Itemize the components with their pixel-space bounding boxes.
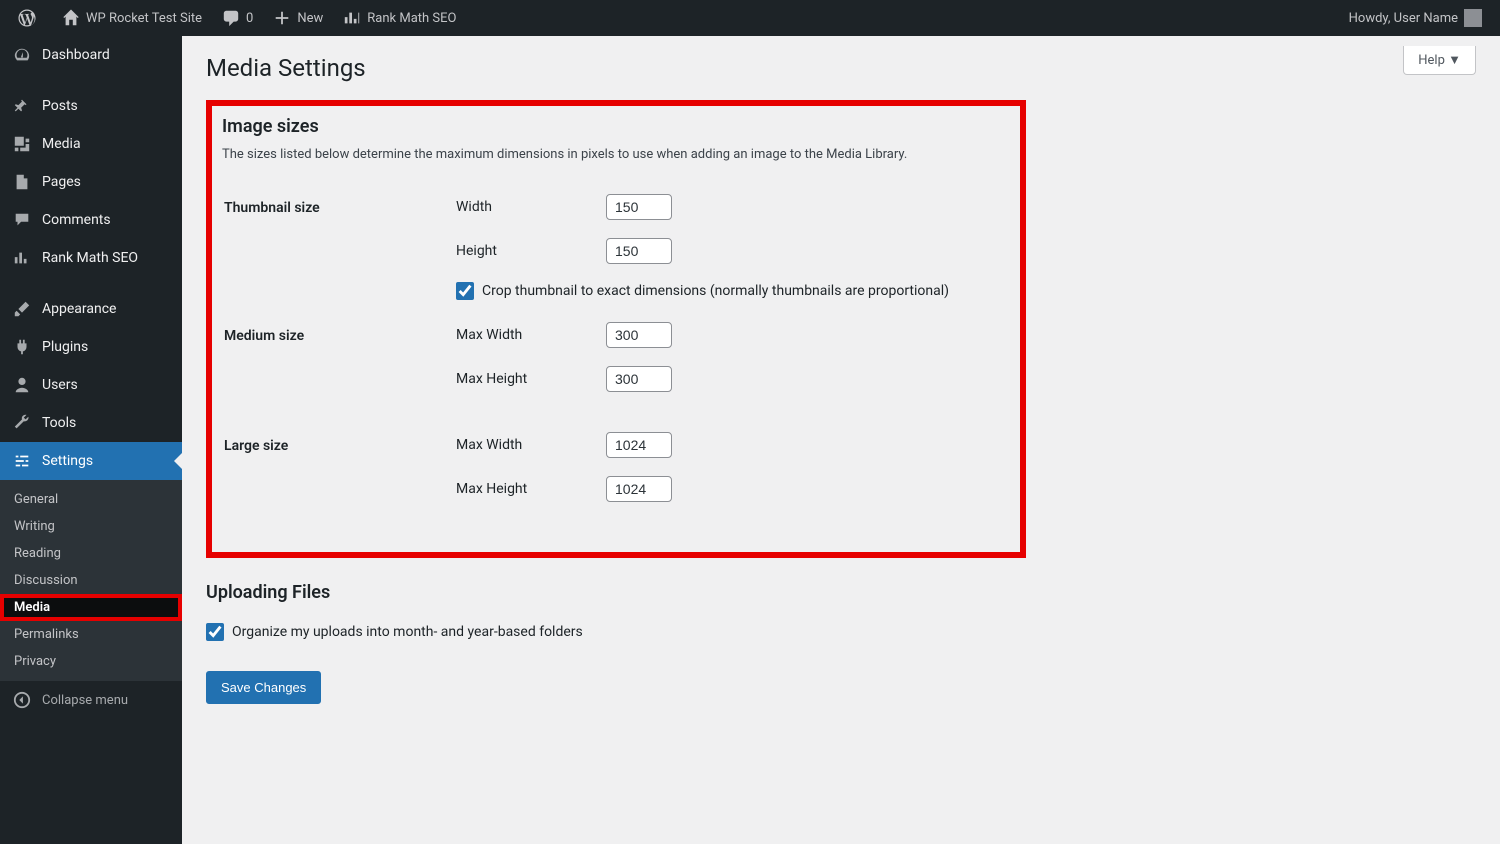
new-label: New bbox=[297, 11, 323, 26]
organize-checkbox[interactable] bbox=[206, 623, 224, 641]
width-label: Width bbox=[456, 199, 606, 215]
wp-logo[interactable] bbox=[8, 0, 52, 36]
image-sizes-desc: The sizes listed below determine the max… bbox=[222, 147, 1010, 162]
sub-reading[interactable]: Reading bbox=[0, 540, 182, 567]
menu-label: Media bbox=[42, 136, 81, 152]
comment-icon bbox=[12, 211, 32, 229]
menu-posts[interactable]: Posts bbox=[0, 87, 182, 125]
menu-label: Comments bbox=[42, 212, 111, 228]
sub-permalinks[interactable]: Permalinks bbox=[0, 621, 182, 648]
image-sizes-section: Image sizes The sizes listed below deter… bbox=[206, 100, 1026, 558]
collapse-label: Collapse menu bbox=[42, 693, 128, 708]
media-icon bbox=[12, 135, 32, 153]
user-icon bbox=[12, 376, 32, 394]
maxwidth-label: Max Width bbox=[456, 327, 606, 343]
brush-icon bbox=[12, 300, 32, 318]
crop-label: Crop thumbnail to exact dimensions (norm… bbox=[482, 283, 949, 299]
chart-icon bbox=[12, 249, 32, 267]
menu-label: Appearance bbox=[42, 301, 116, 317]
maxheight-label: Max Height bbox=[456, 371, 606, 387]
sub-general[interactable]: General bbox=[0, 486, 182, 513]
menu-label: Dashboard bbox=[42, 47, 110, 63]
user-account-link[interactable]: Howdy, User Name bbox=[1339, 0, 1492, 36]
collapse-menu-button[interactable]: Collapse menu bbox=[0, 681, 182, 719]
maxwidth-label: Max Width bbox=[456, 437, 606, 453]
main-content: Help ▼ Media Settings Image sizes The si… bbox=[182, 36, 1500, 744]
medium-height-input[interactable] bbox=[606, 366, 672, 392]
crop-checkbox[interactable] bbox=[456, 282, 474, 300]
menu-label: Pages bbox=[42, 174, 81, 190]
sub-discussion[interactable]: Discussion bbox=[0, 567, 182, 594]
menu-pages[interactable]: Pages bbox=[0, 163, 182, 201]
image-sizes-heading: Image sizes bbox=[222, 116, 1010, 137]
maxheight-label: Max Height bbox=[456, 481, 606, 497]
uploading-files-heading: Uploading Files bbox=[206, 582, 1476, 603]
admin-toolbar: WP Rocket Test Site 0 New Rank Math SEO … bbox=[0, 0, 1500, 36]
save-button[interactable]: Save Changes bbox=[206, 671, 321, 704]
menu-media[interactable]: Media bbox=[0, 125, 182, 163]
sub-media[interactable]: Media bbox=[0, 594, 182, 621]
medium-width-input[interactable] bbox=[606, 322, 672, 348]
height-label: Height bbox=[456, 243, 606, 259]
plug-icon bbox=[12, 338, 32, 356]
comments-count: 0 bbox=[246, 11, 253, 26]
menu-label: Tools bbox=[42, 415, 76, 431]
wordpress-icon bbox=[18, 9, 36, 27]
menu-settings[interactable]: Settings bbox=[0, 442, 182, 480]
menu-plugins[interactable]: Plugins bbox=[0, 328, 182, 366]
menu-label: Rank Math SEO bbox=[42, 250, 138, 266]
thumb-size-label: Thumbnail size bbox=[224, 184, 454, 310]
menu-label: Plugins bbox=[42, 339, 88, 355]
menu-comments[interactable]: Comments bbox=[0, 201, 182, 239]
menu-dashboard[interactable]: Dashboard bbox=[0, 36, 182, 74]
menu-rankmath[interactable]: Rank Math SEO bbox=[0, 239, 182, 277]
admin-sidebar: Dashboard Posts Media Pages Comments Ran… bbox=[0, 36, 182, 844]
sub-writing[interactable]: Writing bbox=[0, 513, 182, 540]
help-label: Help bbox=[1418, 53, 1445, 68]
sub-privacy[interactable]: Privacy bbox=[0, 648, 182, 675]
menu-label: Posts bbox=[42, 98, 78, 114]
organize-label: Organize my uploads into month- and year… bbox=[232, 624, 583, 640]
pin-icon bbox=[12, 97, 32, 115]
home-icon bbox=[62, 9, 80, 27]
comments-link[interactable]: 0 bbox=[212, 0, 263, 36]
rankmath-link[interactable]: Rank Math SEO bbox=[333, 0, 466, 36]
page-icon bbox=[12, 173, 32, 191]
collapse-icon bbox=[12, 691, 32, 709]
medium-size-label: Medium size bbox=[224, 312, 454, 420]
page-title: Media Settings bbox=[206, 54, 1476, 82]
menu-users[interactable]: Users bbox=[0, 366, 182, 404]
thumb-height-input[interactable] bbox=[606, 238, 672, 264]
help-tab[interactable]: Help ▼ bbox=[1403, 46, 1476, 75]
new-content-link[interactable]: New bbox=[263, 0, 333, 36]
chart-icon bbox=[343, 9, 361, 27]
large-size-label: Large size bbox=[224, 422, 454, 530]
site-title: WP Rocket Test Site bbox=[86, 11, 202, 26]
large-height-input[interactable] bbox=[606, 476, 672, 502]
sliders-icon bbox=[12, 452, 32, 470]
menu-label: Users bbox=[42, 377, 78, 393]
menu-label: Settings bbox=[42, 453, 93, 469]
settings-submenu: General Writing Reading Discussion Media… bbox=[0, 480, 182, 681]
rankmath-label: Rank Math SEO bbox=[367, 11, 456, 26]
avatar-icon bbox=[1464, 9, 1482, 27]
menu-appearance[interactable]: Appearance bbox=[0, 290, 182, 328]
wrench-icon bbox=[12, 414, 32, 432]
site-home-link[interactable]: WP Rocket Test Site bbox=[52, 0, 212, 36]
dashboard-icon bbox=[12, 46, 32, 64]
menu-tools[interactable]: Tools bbox=[0, 404, 182, 442]
caret-down-icon: ▼ bbox=[1448, 53, 1461, 68]
comment-icon bbox=[222, 9, 240, 27]
large-width-input[interactable] bbox=[606, 432, 672, 458]
plus-icon bbox=[273, 9, 291, 27]
thumb-width-input[interactable] bbox=[606, 194, 672, 220]
howdy-text: Howdy, User Name bbox=[1349, 11, 1458, 26]
